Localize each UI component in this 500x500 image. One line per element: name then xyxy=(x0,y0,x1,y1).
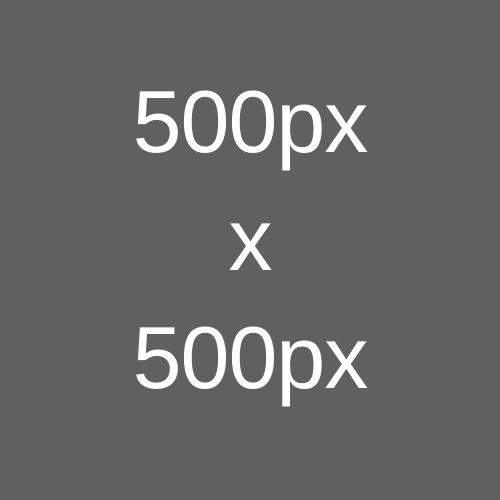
height-label: 500px xyxy=(132,308,369,407)
dimension-separator: x xyxy=(228,190,273,289)
width-label: 500px xyxy=(132,72,369,171)
placeholder-image: 500px x 500px xyxy=(0,0,500,500)
